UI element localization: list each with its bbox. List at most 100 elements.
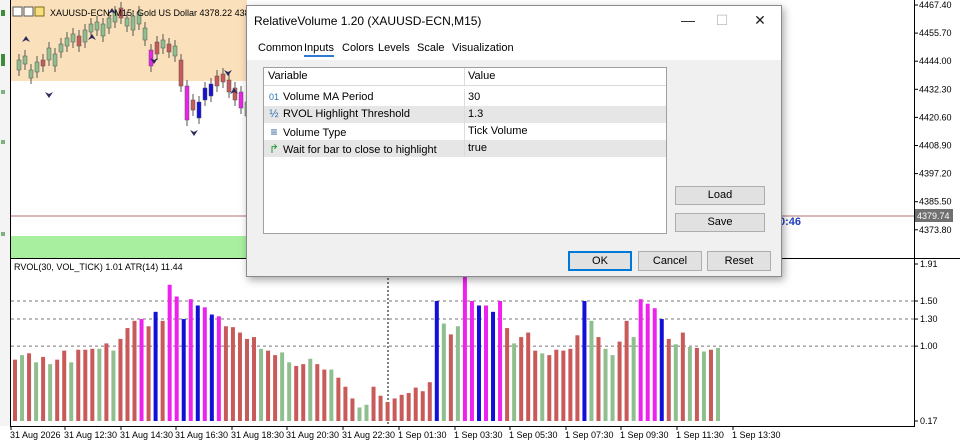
- rvol-bar: [610, 355, 615, 421]
- rvol-bar: [209, 314, 214, 421]
- tab-levels[interactable]: Levels: [378, 42, 410, 54]
- rvol-bar: [118, 338, 123, 421]
- cancel-button[interactable]: Cancel: [638, 251, 702, 271]
- candle-body: [106, 17, 112, 29]
- indicator-label: RVOL(30, VOL_TICK) 1.01 ATR(14) 11.44: [14, 262, 183, 272]
- table-row[interactable]: ↱ Wait for bar to close to highlight true: [264, 140, 666, 157]
- candle-body: [40, 59, 46, 67]
- time-tick-label: 31 Aug 22:30: [342, 430, 395, 440]
- symbol-icons[interactable]: [12, 6, 45, 17]
- rvol-bar: [484, 305, 489, 421]
- candle-body: [88, 23, 94, 33]
- price-tick-label: 4420.60: [919, 112, 952, 122]
- close-chart-icon[interactable]: [23, 6, 34, 17]
- rvol-bar: [266, 350, 271, 421]
- rvol-bar: [378, 395, 383, 421]
- save-button[interactable]: Save: [675, 213, 765, 232]
- time-tick-label: 31 Aug 12:30: [64, 430, 117, 440]
- tab-scale[interactable]: Scale: [417, 42, 445, 54]
- price-tick-label: 4373.80: [919, 225, 952, 235]
- boolean-icon: ↱: [268, 142, 280, 156]
- rvol-bar: [230, 327, 235, 421]
- param-value[interactable]: true: [468, 142, 487, 154]
- time-tick-label: 31 Aug 14:30: [120, 430, 173, 440]
- candle-body: [196, 101, 202, 119]
- rvol-bar: [694, 347, 699, 421]
- inputs-table: Variable Value 01 Volume MA Period 30 ½ RV…: [263, 67, 667, 234]
- rvol-bar: [568, 348, 573, 421]
- candle-body: [178, 59, 184, 87]
- time-tick-label: 31 Aug 16:30: [175, 430, 228, 440]
- rvol-bar: [526, 332, 531, 421]
- price-tick-label: 4397.20: [919, 169, 952, 179]
- time-tick-label: 1 Sep 07:30: [565, 430, 614, 440]
- close-icon[interactable]: ✕: [743, 6, 777, 34]
- tab-visualization[interactable]: Visualization: [452, 42, 514, 54]
- candle-body: [100, 23, 106, 37]
- time-tick-label: 1 Sep 11:30: [676, 430, 724, 440]
- param-value[interactable]: Tick Volume: [468, 125, 528, 137]
- rvol-bar: [427, 382, 432, 421]
- chart-settings-icon[interactable]: [34, 6, 45, 17]
- rvol-bar: [27, 353, 32, 421]
- table-row[interactable]: ≡ Volume Type Tick Volume: [264, 123, 666, 140]
- rvol-bar: [624, 320, 629, 421]
- table-row[interactable]: ½ RVOL Highlight Threshold 1.3: [264, 106, 666, 123]
- rvol-bar: [252, 337, 257, 421]
- rvol-bar: [111, 350, 116, 421]
- rvol-bar: [554, 349, 559, 421]
- rvol-bar: [336, 377, 341, 421]
- rvol-bar: [491, 311, 496, 421]
- tab-common[interactable]: Common: [258, 42, 303, 54]
- rvol-bar: [512, 343, 517, 421]
- indicator-green-band: [11, 236, 247, 258]
- rvol-bar: [48, 364, 53, 421]
- param-name: Volume MA Period: [283, 91, 374, 103]
- candle-body: [34, 61, 40, 73]
- table-row[interactable]: 01 Volume MA Period 30: [264, 89, 666, 106]
- tab-colors[interactable]: Colors: [342, 42, 374, 54]
- rvol-bar: [132, 320, 137, 421]
- rvol-bar: [139, 319, 144, 421]
- time-tick-label: 1 Sep 05:30: [509, 430, 558, 440]
- symbol-label: XAUUSD-ECN, M15: Gold US Dollar 4378.22 …: [50, 8, 257, 18]
- candle-body: [94, 21, 100, 31]
- candle-body: [124, 17, 130, 27]
- candle-clock: 0:46: [779, 216, 802, 228]
- rvol-bar: [638, 299, 643, 421]
- price-tick-label: 4467.40: [919, 0, 952, 10]
- rvol-bar: [652, 308, 657, 421]
- rvol-bar: [62, 350, 67, 421]
- param-value[interactable]: 30: [468, 91, 480, 103]
- rvol-bar: [547, 355, 552, 421]
- dialog-titlebar[interactable]: RelativeVolume 1.20 (XAUUSD-ECN,M15) — ☐…: [247, 6, 781, 36]
- list-icon: ≡: [270, 125, 278, 139]
- tab-inputs[interactable]: Inputs: [304, 42, 334, 57]
- rvol-bar: [343, 386, 348, 421]
- time-tick-label: 31 Aug 2026: [10, 430, 61, 440]
- rvol-bar: [273, 355, 278, 421]
- rvol-bar: [188, 299, 193, 421]
- load-button[interactable]: Load: [675, 186, 765, 205]
- rvol-bar: [153, 311, 158, 421]
- rvol-bar: [540, 353, 545, 421]
- rvol-bar: [582, 300, 587, 421]
- chart-menu-icon[interactable]: [12, 6, 23, 17]
- candle-body: [154, 41, 160, 55]
- ok-button[interactable]: OK: [568, 251, 632, 271]
- time-tick-label: 31 Aug 18:30: [231, 430, 284, 440]
- current-price-label: 4379.74: [917, 211, 950, 221]
- rvol-bar: [708, 349, 713, 421]
- rvol-bar: [469, 300, 474, 421]
- rvol-bar: [434, 300, 439, 421]
- param-value[interactable]: 1.3: [468, 108, 483, 120]
- reset-button[interactable]: Reset: [707, 251, 771, 271]
- candle-body: [22, 55, 28, 65]
- minimize-icon[interactable]: —: [671, 6, 705, 34]
- rvol-bar: [322, 369, 327, 421]
- param-name: RVOL Highlight Threshold: [283, 108, 410, 120]
- fraction-icon: ½: [269, 108, 279, 120]
- param-name: Wait for bar to close to highlight: [283, 144, 437, 156]
- price-axis: 4467.40 4455.70 4444.00 4432.30 4420.60 4408.…: [914, 0, 952, 235]
- rvol-bar: [90, 348, 95, 421]
